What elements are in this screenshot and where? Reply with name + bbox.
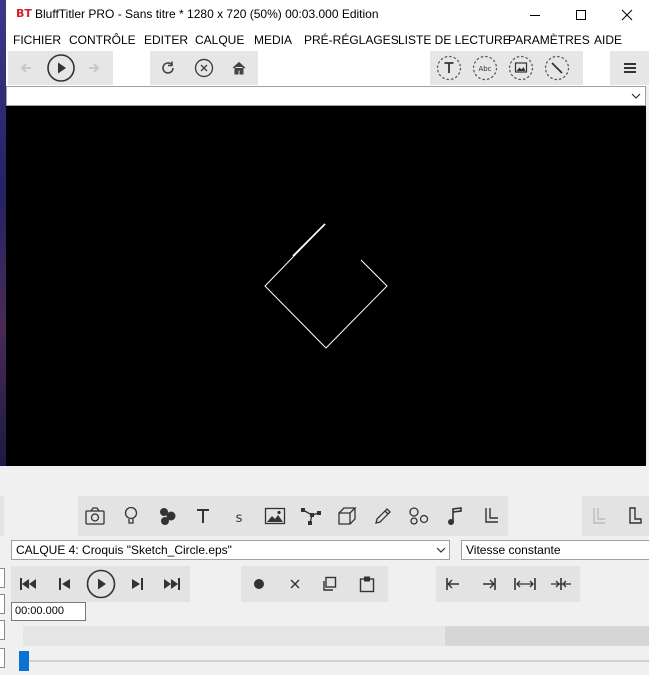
key-tools-group <box>241 566 388 602</box>
scrubber-handle[interactable] <box>19 651 29 671</box>
svg-text:Abc: Abc <box>478 65 491 73</box>
delete-key-icon[interactable] <box>285 574 305 594</box>
particles-icon[interactable] <box>155 504 179 528</box>
navigation-group <box>150 51 258 85</box>
jump-end-icon[interactable] <box>478 574 500 594</box>
cube-icon[interactable] <box>335 504 359 528</box>
speed-select[interactable]: Vitesse constante <box>461 540 649 560</box>
refresh-icon[interactable] <box>158 58 178 78</box>
next-frame-icon[interactable] <box>127 574 147 594</box>
jump-start-icon[interactable] <box>442 574 464 594</box>
play-button[interactable] <box>86 569 116 599</box>
minimize-icon <box>530 15 540 16</box>
side-tab-4[interactable] <box>0 648 5 668</box>
menu-controle[interactable]: CONTRÔLE <box>69 33 136 47</box>
layer-select[interactable]: CALQUE 4: Croquis "Sketch_Circle.eps" <box>11 540 450 560</box>
corner-faded-icon[interactable] <box>588 504 610 528</box>
main-toolbar: Abc <box>6 50 649 86</box>
corner-boot-icon[interactable] <box>624 504 646 528</box>
timeline-segment[interactable] <box>445 626 649 646</box>
corner-icon[interactable] <box>479 504 503 528</box>
key-navigation-group <box>436 566 580 602</box>
play-circle-icon[interactable] <box>46 53 76 83</box>
play-circle-icon <box>86 569 116 599</box>
abc-icon[interactable]: Abc <box>472 55 498 81</box>
picture-icon[interactable] <box>508 55 534 81</box>
preset-select[interactable] <box>6 86 646 106</box>
menu-fichier[interactable]: FICHIER <box>13 33 61 47</box>
menu-group <box>610 51 649 85</box>
transport-group <box>11 566 190 602</box>
first-frame-icon[interactable] <box>17 574 39 594</box>
layer-select-value: CALQUE 4: Croquis "Sketch_Circle.eps" <box>16 543 232 557</box>
forward-arrow-icon[interactable] <box>84 58 104 78</box>
hamburger-menu-icon[interactable] <box>620 59 640 77</box>
menu-aide[interactable]: AIDE <box>594 33 622 47</box>
menu-liste-de-lecture[interactable]: LISTE DE LECTURE <box>398 33 511 47</box>
emitter-icon[interactable] <box>407 504 431 528</box>
back-arrow-icon[interactable] <box>16 58 36 78</box>
menu-parametres[interactable]: PARAMÈTRES <box>508 33 590 47</box>
menu-media[interactable]: MEDIA <box>254 33 292 47</box>
text-icon[interactable] <box>191 504 215 528</box>
small-text-icon[interactable]: s <box>227 504 251 528</box>
camera-icon[interactable] <box>83 504 107 528</box>
last-frame-icon[interactable] <box>161 574 183 594</box>
chevron-down-icon <box>631 93 641 99</box>
expand-icon[interactable] <box>512 574 538 594</box>
menu-bar: FICHIER CONTRÔLE EDITER CALQUE MEDIA PRÉ… <box>6 30 649 50</box>
menu-calque[interactable]: CALQUE <box>195 33 244 47</box>
stop-circle-icon[interactable] <box>193 57 215 79</box>
preview-canvas[interactable] <box>6 106 646 466</box>
maximize-button[interactable] <box>558 0 604 30</box>
previous-frame-icon[interactable] <box>55 574 75 594</box>
magic-wand-icon[interactable] <box>544 55 570 81</box>
time-input[interactable]: 00:00.000 <box>11 602 86 621</box>
menu-editer[interactable]: EDITER <box>144 33 188 47</box>
title-bar: BT BluffTitler PRO - Sans titre * 1280 x… <box>6 0 649 30</box>
image-icon[interactable] <box>263 504 287 528</box>
music-icon[interactable] <box>443 504 467 528</box>
home-icon[interactable] <box>229 58 249 78</box>
maximize-icon <box>576 10 586 20</box>
path-icon[interactable] <box>299 504 323 528</box>
layer-toolbar-left-edge <box>0 496 4 536</box>
window-title: BluffTitler PRO - Sans titre * 1280 x 72… <box>35 7 379 21</box>
copy-icon[interactable] <box>319 574 339 594</box>
side-tab-2[interactable] <box>0 594 5 614</box>
menu-pre-reglages[interactable]: PRÉ-RÉGLAGES <box>304 33 399 47</box>
layer-extra-group <box>582 496 649 536</box>
chevron-down-icon <box>436 547 446 553</box>
side-tab-3[interactable] <box>0 620 5 640</box>
sketch-diamond-drawing <box>264 223 388 349</box>
svg-text:s: s <box>236 511 243 524</box>
layer-types-group: s <box>78 496 508 536</box>
close-icon <box>621 9 633 21</box>
app-logo: BT <box>16 7 32 20</box>
speed-select-value: Vitesse constante <box>466 543 561 557</box>
paste-icon[interactable] <box>356 573 378 595</box>
pencil-icon[interactable] <box>371 504 395 528</box>
minimize-button[interactable] <box>512 0 558 30</box>
side-tab-1[interactable] <box>0 568 5 588</box>
layer-add-group: Abc <box>430 51 583 85</box>
scrubber-track[interactable] <box>23 660 649 662</box>
record-key-icon[interactable] <box>249 574 269 594</box>
close-button[interactable] <box>604 0 649 30</box>
shrink-icon[interactable] <box>548 574 574 594</box>
panel-divider <box>0 466 649 496</box>
playback-group <box>8 51 113 85</box>
text-layer-icon[interactable] <box>436 55 462 81</box>
light-bulb-icon[interactable] <box>119 504 143 528</box>
